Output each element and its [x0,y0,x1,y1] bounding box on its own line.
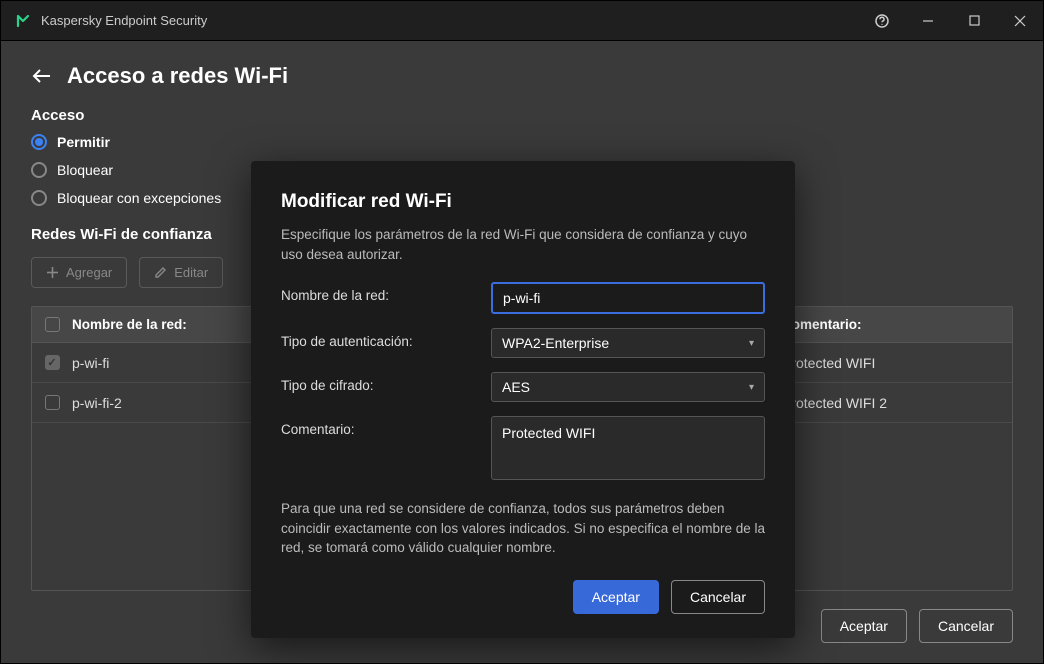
dialog-actions: Aceptar Cancelar [281,580,765,614]
encryption-type-select[interactable]: AES ▾ [491,372,765,402]
row-checkbox[interactable] [45,355,60,370]
page-accept-button[interactable]: Aceptar [821,609,907,643]
dialog-accept-button[interactable]: Aceptar [573,580,659,614]
dialog-description: Especifique los parámetros de la red Wi-… [281,225,765,264]
dialog-note: Para que una red se considere de confian… [281,499,765,558]
auth-type-select[interactable]: WPA2-Enterprise ▾ [491,328,765,358]
col-comment-header: Comentario: [782,317,1012,332]
edit-button-label: Editar [174,265,208,280]
pencil-icon [154,266,167,279]
add-button[interactable]: Agregar [31,257,127,288]
radio-allow[interactable]: Permitir [31,134,1013,150]
row-comment: Protected WIFI [782,355,1012,371]
modify-wifi-dialog: Modificar red Wi-Fi Especifique los pará… [251,161,795,638]
page-title: Acceso a redes Wi-Fi [67,63,288,89]
app-title: Kaspersky Endpoint Security [41,13,207,28]
radio-block-except-label: Bloquear con excepciones [57,190,221,206]
help-button[interactable] [859,1,905,41]
radio-allow-label: Permitir [57,134,110,150]
dialog-cancel-button[interactable]: Cancelar [671,580,765,614]
radio-block-label: Bloquear [57,162,113,178]
radio-icon [31,134,47,150]
app-window: Kaspersky Endpoint Security Acceso a red… [0,0,1044,664]
dialog-title: Modificar red Wi-Fi [281,191,765,213]
edit-button[interactable]: Editar [139,257,223,288]
back-arrow-icon[interactable] [31,65,53,87]
encryption-type-value: AES [502,379,530,395]
titlebar: Kaspersky Endpoint Security [1,1,1043,41]
header-checkbox[interactable] [45,317,60,332]
auth-type-value: WPA2-Enterprise [502,335,609,351]
chevron-down-icon: ▾ [749,382,754,393]
app-logo-icon [15,13,31,29]
minimize-button[interactable] [905,1,951,41]
network-name-input[interactable] [491,282,765,314]
radio-icon [31,162,47,178]
chevron-down-icon: ▾ [749,338,754,349]
page-cancel-button[interactable]: Cancelar [919,609,1013,643]
add-button-label: Agregar [66,265,112,280]
page-header: Acceso a redes Wi-Fi [31,63,1013,89]
maximize-button[interactable] [951,1,997,41]
plus-icon [46,266,59,279]
close-button[interactable] [997,1,1043,41]
row-checkbox[interactable] [45,395,60,410]
access-section-label: Acceso [31,107,1013,124]
page-body: Acceso a redes Wi-Fi Acceso Permitir Blo… [1,41,1043,663]
field-label-enc: Tipo de cifrado: [281,372,491,393]
comment-textarea[interactable] [491,416,765,480]
field-label-name: Nombre de la red: [281,282,491,303]
field-label-comment: Comentario: [281,416,491,437]
radio-icon [31,190,47,206]
field-label-auth: Tipo de autenticación: [281,328,491,349]
row-comment: Protected WIFI 2 [782,395,1012,411]
